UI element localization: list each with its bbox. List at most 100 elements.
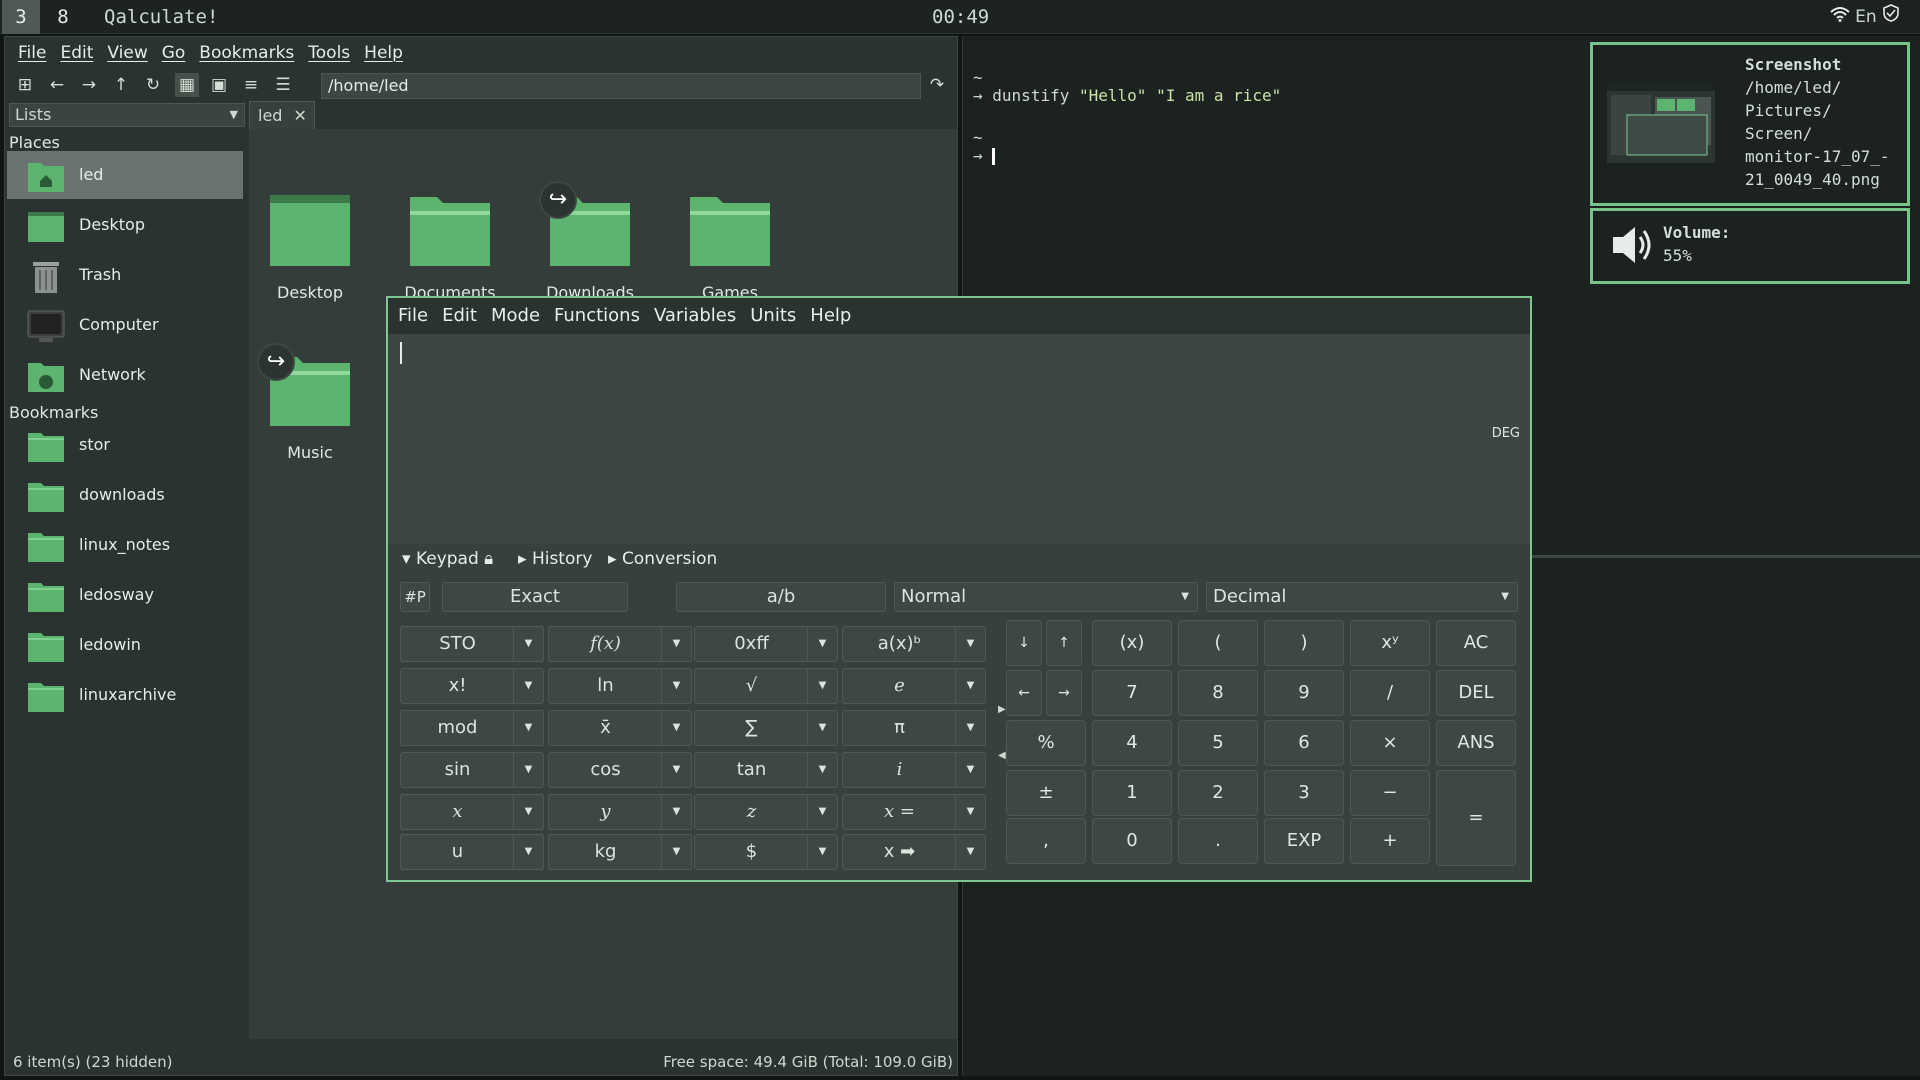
close-paren-key[interactable]: ): [1264, 620, 1344, 666]
decimal-point-key[interactable]: .: [1178, 818, 1258, 864]
folder-item[interactable]: ↪ Music: [249, 343, 369, 467]
cursor-right-key[interactable]: →: [1046, 670, 1082, 716]
key-dropdown-icon[interactable]: ▼: [955, 835, 985, 869]
keyboard-layout[interactable]: En: [1855, 7, 1877, 27]
conversion-expander[interactable]: ▸ Conversion: [608, 544, 717, 574]
sidebar-item-desktop[interactable]: Desktop: [7, 201, 243, 249]
key-dropdown-icon[interactable]: ▼: [955, 669, 985, 703]
qalc-menu-mode[interactable]: Mode: [484, 298, 547, 334]
qalc-menu-units[interactable]: Units: [743, 298, 803, 334]
var-z-button[interactable]: z ▼: [694, 794, 838, 830]
key-dropdown-icon[interactable]: ▼: [513, 627, 543, 661]
digit-7-key[interactable]: 7: [1092, 670, 1172, 716]
var-x-button[interactable]: x ▼: [400, 794, 544, 830]
mod-button[interactable]: mod ▼: [400, 710, 544, 746]
unit-kg-button[interactable]: kg ▼: [548, 834, 692, 870]
qalc-menu-file[interactable]: File: [391, 298, 435, 334]
wifi-icon[interactable]: [1830, 7, 1855, 27]
qalc-menu-functions[interactable]: Functions: [547, 298, 647, 334]
cursor-left-key[interactable]: ←: [1006, 670, 1042, 716]
key-dropdown-icon[interactable]: ▼: [513, 795, 543, 829]
fraction-toggle[interactable]: a/b: [676, 582, 886, 612]
folder-item[interactable]: ↪ Downloads: [529, 181, 649, 307]
plus-key[interactable]: +: [1350, 818, 1430, 864]
e-constant-button[interactable]: e ▼: [842, 668, 986, 704]
convert-button[interactable]: x ➡ ▼: [842, 834, 986, 870]
key-dropdown-icon[interactable]: ▼: [661, 627, 691, 661]
key-dropdown-icon[interactable]: ▼: [807, 711, 837, 745]
digit-6-key[interactable]: 6: [1264, 720, 1344, 766]
qalc-menu-edit[interactable]: Edit: [435, 298, 484, 334]
tab-led[interactable]: led ✕: [249, 101, 315, 129]
list-view-icon[interactable]: ☰: [271, 73, 295, 97]
minus-key[interactable]: −: [1350, 770, 1430, 816]
sidebar-item-linux-notes[interactable]: linux_notes: [7, 521, 243, 569]
forward-icon[interactable]: →: [77, 73, 101, 97]
fm-menu-go[interactable]: Go: [155, 37, 193, 69]
sidebar-item-downloads[interactable]: downloads: [7, 471, 243, 519]
fm-menu-help[interactable]: Help: [357, 37, 410, 69]
pi-button[interactable]: π ▼: [842, 710, 986, 746]
key-dropdown-icon[interactable]: ▼: [955, 627, 985, 661]
mean-button[interactable]: x̄ ▼: [548, 710, 692, 746]
sidebar-item-computer[interactable]: Computer: [7, 301, 243, 349]
key-dropdown-icon[interactable]: ▼: [807, 835, 837, 869]
sum-button[interactable]: ∑ ▼: [694, 710, 838, 746]
fm-menu-tools[interactable]: Tools: [301, 37, 357, 69]
precision-button[interactable]: #P: [400, 582, 430, 612]
power-key[interactable]: xʸ: [1350, 620, 1430, 666]
key-dropdown-icon[interactable]: ▼: [807, 795, 837, 829]
multiply-key[interactable]: ×: [1350, 720, 1430, 766]
terminal-prompt[interactable]: →: [973, 146, 996, 165]
digit-9-key[interactable]: 9: [1264, 670, 1344, 716]
comma-key[interactable]: ,: [1006, 818, 1086, 864]
sidebar-item-ledosway[interactable]: ledosway: [7, 571, 243, 619]
answer-key[interactable]: ANS: [1436, 720, 1516, 766]
digit-8-key[interactable]: 8: [1178, 670, 1258, 716]
key-dropdown-icon[interactable]: ▼: [955, 795, 985, 829]
workspace-8[interactable]: 8: [44, 0, 82, 34]
compact-view-icon[interactable]: ≡: [239, 73, 263, 97]
var-y-button[interactable]: y ▼: [548, 794, 692, 830]
volume-notification[interactable]: Volume: 55%: [1590, 208, 1910, 284]
key-dropdown-icon[interactable]: ▼: [661, 835, 691, 869]
cos-button[interactable]: cos ▼: [548, 752, 692, 788]
exact-toggle[interactable]: Exact: [442, 582, 628, 612]
digit-5-key[interactable]: 5: [1178, 720, 1258, 766]
go-icon[interactable]: ↷: [925, 73, 949, 97]
folder-item[interactable]: Documents: [389, 187, 509, 307]
power-function-button[interactable]: a(x)ᵇ ▼: [842, 626, 986, 662]
thumbnail-view-icon[interactable]: ▣: [207, 73, 231, 97]
key-dropdown-icon[interactable]: ▼: [807, 753, 837, 787]
sidebar-item-home[interactable]: led: [7, 151, 243, 199]
path-bar[interactable]: /home/led: [321, 73, 921, 99]
folder-item[interactable]: Games: [669, 187, 789, 307]
unit-u-button[interactable]: u ▼: [400, 834, 544, 870]
sidebar-item-linuxarchive[interactable]: linuxarchive: [7, 671, 243, 719]
wrap-parens-key[interactable]: (x): [1092, 620, 1172, 666]
workspace-3[interactable]: 3: [2, 0, 40, 34]
qalc-menu-variables[interactable]: Variables: [647, 298, 743, 334]
folder-item[interactable]: Desktop: [249, 187, 369, 307]
fm-menu-bookmarks[interactable]: Bookmarks: [192, 37, 301, 69]
qalc-menu-help[interactable]: Help: [803, 298, 858, 334]
sin-button[interactable]: sin ▼: [400, 752, 544, 788]
function-button[interactable]: f(x) ▼: [548, 626, 692, 662]
plus-minus-key[interactable]: ±: [1006, 770, 1086, 816]
open-paren-key[interactable]: (: [1178, 620, 1258, 666]
sidebar-item-stor[interactable]: stor: [7, 421, 243, 469]
factorial-button[interactable]: x! ▼: [400, 668, 544, 704]
digit-4-key[interactable]: 4: [1092, 720, 1172, 766]
expand-right-icon[interactable]: ▶: [998, 704, 1006, 715]
icon-view-icon[interactable]: ▦: [175, 73, 199, 97]
screenshot-notification[interactable]: Screenshot /home/led/ Pictures/ Screen/ …: [1590, 42, 1910, 206]
fm-menu-view[interactable]: View: [100, 37, 154, 69]
sidebar-item-network[interactable]: Network: [7, 351, 243, 399]
key-dropdown-icon[interactable]: ▼: [807, 627, 837, 661]
key-dropdown-icon[interactable]: ▼: [513, 835, 543, 869]
key-dropdown-icon[interactable]: ▼: [661, 753, 691, 787]
digit-2-key[interactable]: 2: [1178, 770, 1258, 816]
key-dropdown-icon[interactable]: ▼: [955, 711, 985, 745]
key-dropdown-icon[interactable]: ▼: [661, 669, 691, 703]
key-dropdown-icon[interactable]: ▼: [513, 753, 543, 787]
